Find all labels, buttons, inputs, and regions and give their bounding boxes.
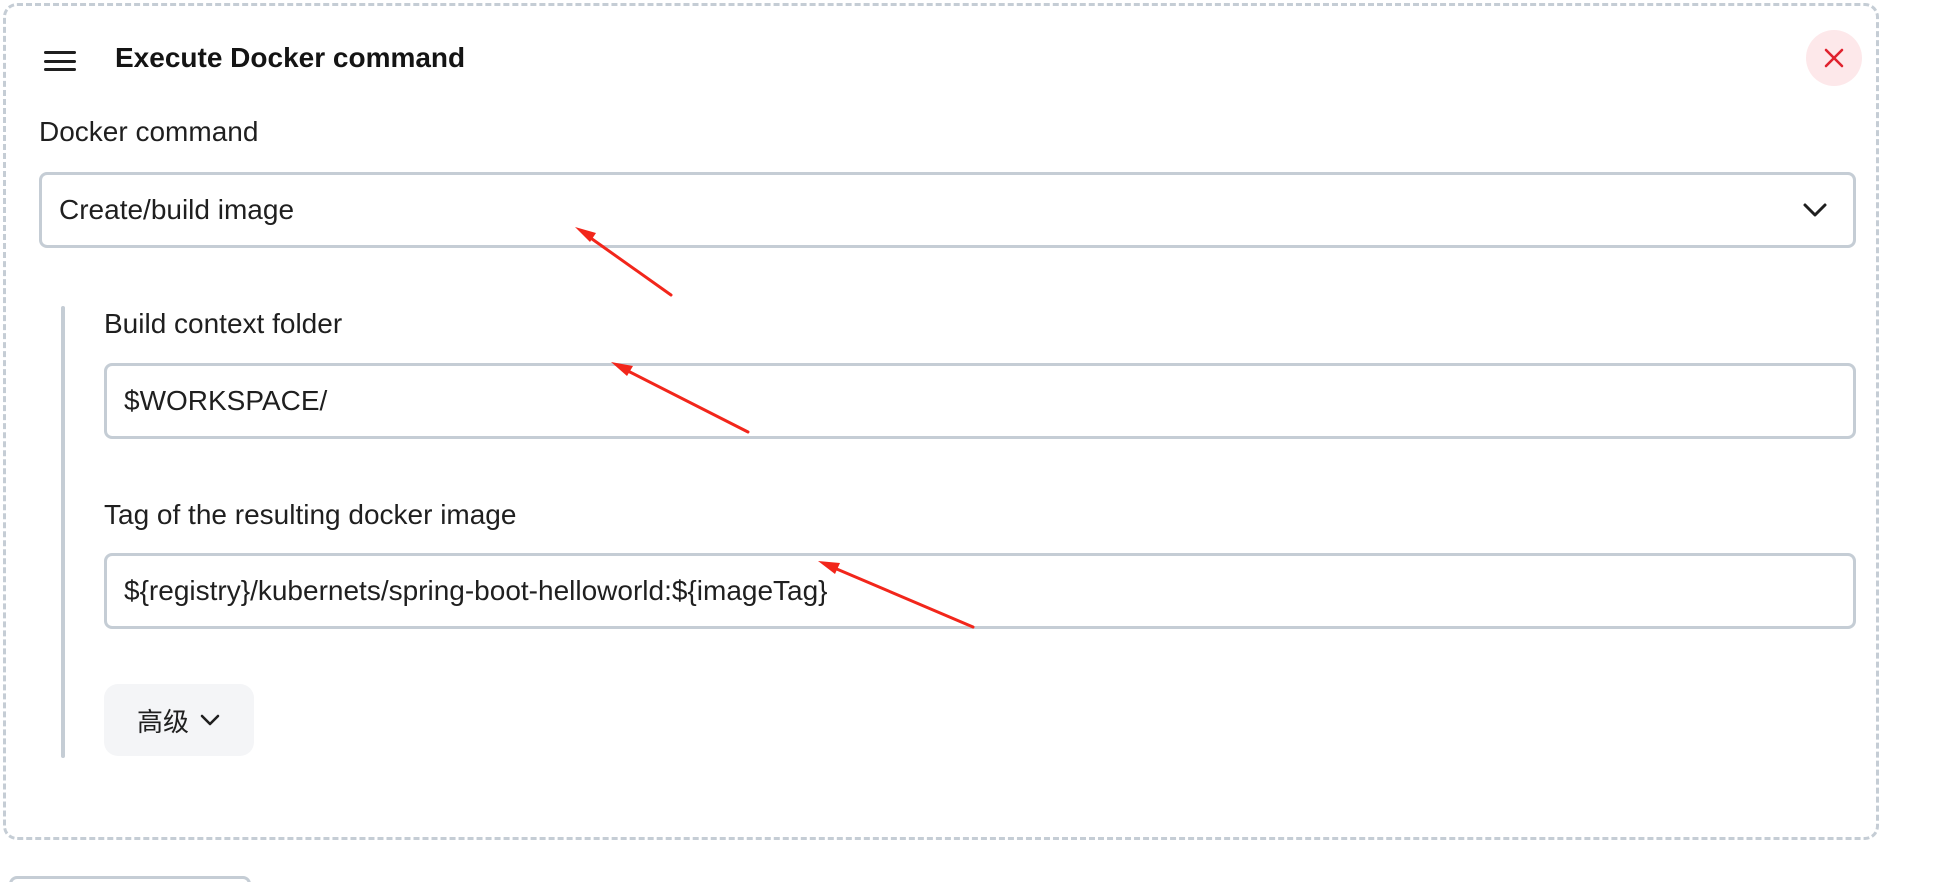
docker-command-select[interactable]: Create/build image: [39, 172, 1856, 248]
docker-command-selected-value: Create/build image: [59, 194, 295, 225]
build-context-label: Build context folder: [104, 308, 343, 339]
nested-section-rule: [61, 306, 65, 758]
docker-command-label: Docker command: [39, 116, 259, 147]
advanced-label: 高级: [136, 706, 189, 737]
chevron-down-icon: [200, 714, 220, 726]
build-context-value: $WORKSPACE/: [124, 385, 328, 416]
page: Execute Docker command Docker command Cr…: [0, 0, 1945, 882]
close-step-button[interactable]: [1806, 30, 1862, 86]
image-tag-value: ${registry}/kubernets/spring-boot-hellow…: [124, 575, 828, 606]
advanced-button[interactable]: 高级: [104, 684, 254, 756]
image-tag-label: Tag of the resulting docker image: [104, 499, 517, 530]
add-build-step-button[interactable]: [9, 876, 251, 882]
close-x-icon: [1824, 48, 1844, 68]
hamburger-menu-icon[interactable]: [44, 51, 76, 71]
build-context-input[interactable]: $WORKSPACE/: [104, 363, 1856, 439]
chevron-down-icon: [1803, 203, 1827, 217]
image-tag-input[interactable]: ${registry}/kubernets/spring-boot-hellow…: [104, 553, 1856, 629]
step-title: Execute Docker command: [115, 42, 466, 73]
build-step-card: Execute Docker command Docker command Cr…: [3, 3, 1879, 840]
